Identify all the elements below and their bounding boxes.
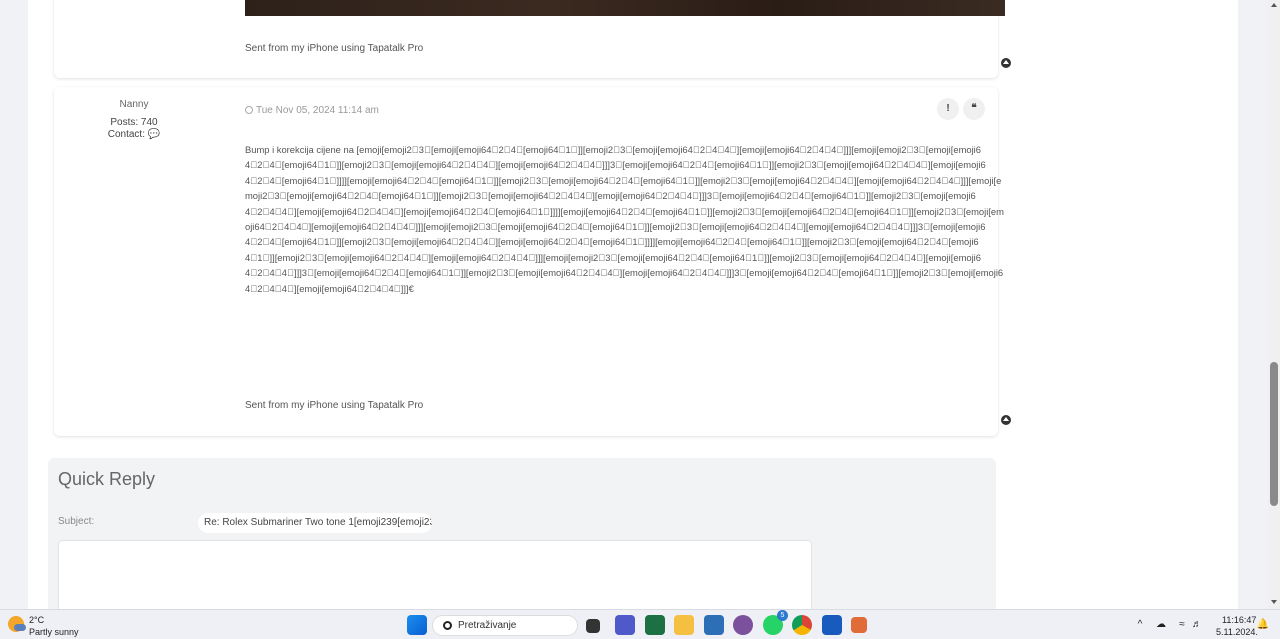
taskbar-search[interactable]: Pretraživanje (432, 615, 578, 636)
page-scrollbar[interactable] (1268, 0, 1280, 609)
post-body: Bump i korekcija cijene na [emoji[emoji2… (245, 144, 1004, 294)
subject-input[interactable]: Re: Rolex Submariner Two tone 1[emoji239… (198, 513, 432, 533)
excel-icon[interactable] (645, 615, 665, 635)
author-post-count: Posts: 740 (110, 117, 158, 128)
volume-icon[interactable]: ♬ (1190, 618, 1204, 632)
weather-temperature[interactable]: 2°C (29, 615, 44, 625)
word-icon[interactable] (822, 615, 842, 635)
scroll-up-icon[interactable] (1271, 3, 1277, 7)
post-author[interactable]: Nanny (54, 99, 214, 110)
weather-icon[interactable] (8, 616, 26, 632)
notification-bell-icon[interactable]: 🔔 (1256, 618, 1270, 632)
weather-condition[interactable]: Partly sunny (29, 627, 79, 637)
back-to-top-icon[interactable] (1001, 415, 1011, 425)
quick-reply-title: Quick Reply (58, 469, 156, 489)
post-signature: Sent from my iPhone using Tapatalk Pro (245, 43, 424, 54)
search-placeholder: Pretraživanje (458, 620, 517, 631)
taskbar: 2°C Partly sunny Pretraživanje 5 ^ ☁ ≈ ♬… (0, 609, 1280, 639)
snipping-tool-icon[interactable] (851, 617, 867, 633)
task-view-icon[interactable] (586, 619, 600, 633)
whatsapp-icon[interactable]: 5 (763, 610, 788, 635)
teams-icon[interactable] (615, 615, 635, 635)
post: Nanny Posts: 740 Contact: 💬 Tue Nov 05, … (54, 87, 1011, 436)
previous-post: Sent from my iPhone using Tapatalk Pro (54, 0, 1011, 78)
store-icon[interactable] (704, 615, 724, 635)
subject-label: Subject: (58, 516, 95, 527)
post-signature: Sent from my iPhone using Tapatalk Pro (245, 400, 424, 411)
quick-reply-panel: Quick Reply Subject: Re: Rolex Submarine… (48, 458, 996, 609)
post-date: Tue Nov 05, 2024 11:14 am (245, 105, 379, 116)
windows-start-icon[interactable] (407, 615, 427, 635)
viber-icon[interactable] (733, 615, 753, 635)
search-icon (443, 621, 452, 630)
contact-icon[interactable]: 💬 (148, 129, 160, 140)
contact-label: Contact: (107, 129, 145, 140)
quote-button[interactable]: ❝ (963, 98, 985, 120)
post-image[interactable] (245, 0, 1005, 16)
clock-icon (245, 106, 253, 114)
notification-badge: 5 (777, 610, 788, 621)
scroll-thumb[interactable] (1270, 362, 1278, 506)
back-to-top-icon[interactable] (1001, 58, 1011, 68)
post-date-text: Tue Nov 05, 2024 11:14 am (256, 105, 379, 116)
wifi-icon[interactable]: ≈ (1175, 618, 1189, 632)
onedrive-icon[interactable]: ☁ (1154, 618, 1168, 632)
message-textarea[interactable] (58, 540, 812, 609)
taskbar-date[interactable]: 5.11.2024. (1216, 627, 1258, 637)
tray-overflow-icon[interactable]: ^ (1133, 618, 1147, 632)
taskbar-time[interactable]: 11:16:47 (1222, 615, 1256, 625)
report-button[interactable]: ! (937, 98, 959, 120)
scroll-down-icon[interactable] (1271, 600, 1277, 604)
forum-page: Sent from my iPhone using Tapatalk Pro N… (28, 0, 1238, 609)
chrome-icon[interactable] (792, 615, 812, 635)
file-explorer-icon[interactable] (674, 615, 694, 635)
author-contact: Contact: 💬 (54, 129, 214, 140)
